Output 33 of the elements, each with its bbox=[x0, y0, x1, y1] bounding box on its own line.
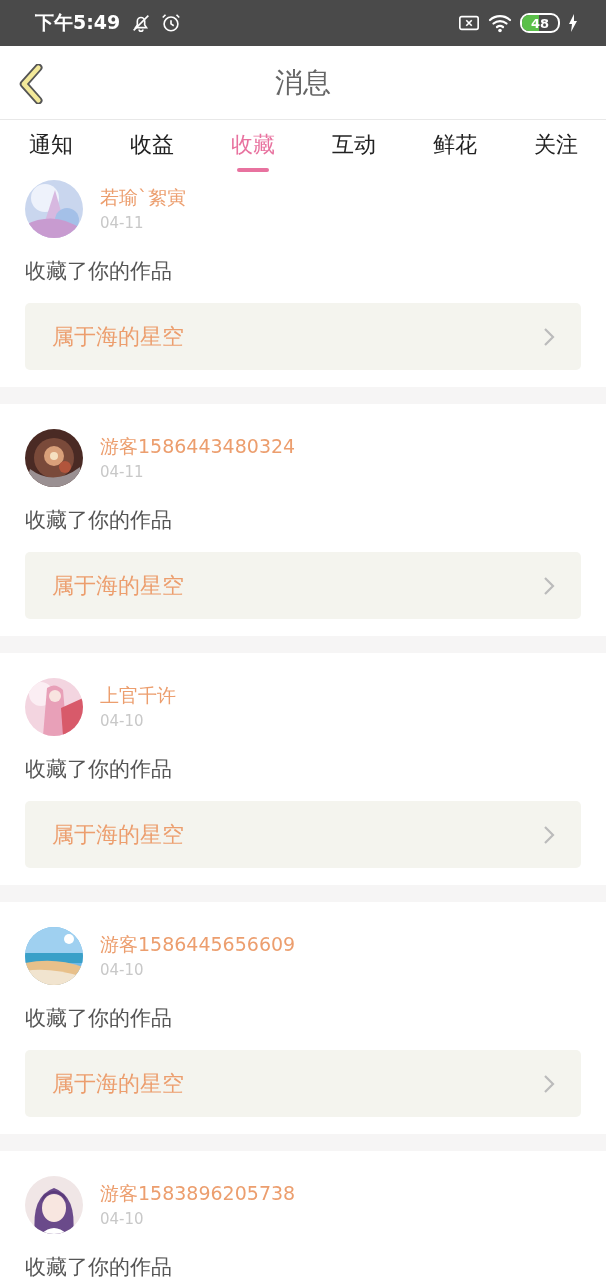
user-name[interactable]: 游客1586443480324 bbox=[100, 433, 296, 459]
work-link[interactable]: 属于海的星空 bbox=[25, 801, 581, 868]
chevron-right-icon bbox=[543, 575, 555, 596]
user-name[interactable]: 游客1586445656609 bbox=[100, 931, 296, 957]
user-name[interactable]: 游客1583896205738 bbox=[100, 1180, 296, 1206]
tab[interactable]: 收藏 bbox=[202, 120, 303, 172]
tab[interactable]: 互动 bbox=[303, 120, 404, 172]
tab[interactable]: 收益 bbox=[101, 120, 202, 172]
message-text: 收藏了你的作品 bbox=[25, 756, 173, 783]
chevron-right-icon bbox=[543, 824, 555, 845]
back-icon[interactable] bbox=[18, 64, 46, 104]
message-text: 收藏了你的作品 bbox=[25, 507, 173, 534]
message-text: 收藏了你的作品 bbox=[25, 1254, 173, 1280]
user-name[interactable]: 若瑜`絮寅 bbox=[100, 184, 186, 210]
tab[interactable]: 通知 bbox=[0, 120, 101, 172]
user-name[interactable]: 上官千许 bbox=[100, 682, 176, 708]
message-text: 收藏了你的作品 bbox=[25, 258, 173, 285]
work-link[interactable]: 属于海的星空 bbox=[25, 552, 581, 619]
message-text: 收藏了你的作品 bbox=[25, 1005, 173, 1032]
charging-icon bbox=[568, 14, 578, 32]
work-link[interactable]: 属于海的星空 bbox=[25, 303, 581, 370]
chevron-right-icon bbox=[543, 1073, 555, 1094]
work-title: 属于海的星空 bbox=[52, 820, 184, 849]
work-title: 属于海的星空 bbox=[52, 571, 184, 600]
work-link[interactable]: 属于海的星空 bbox=[25, 1050, 581, 1117]
tab[interactable]: 关注 bbox=[505, 120, 606, 172]
status-time: 下午5:49 bbox=[35, 10, 121, 35]
work-title: 属于海的星空 bbox=[52, 322, 184, 351]
page-title: 消息 bbox=[275, 64, 331, 101]
chevron-right-icon bbox=[543, 326, 555, 347]
wifi-icon bbox=[488, 13, 512, 33]
tab[interactable]: 鲜花 bbox=[404, 120, 505, 172]
work-title: 属于海的星空 bbox=[52, 1069, 184, 1098]
